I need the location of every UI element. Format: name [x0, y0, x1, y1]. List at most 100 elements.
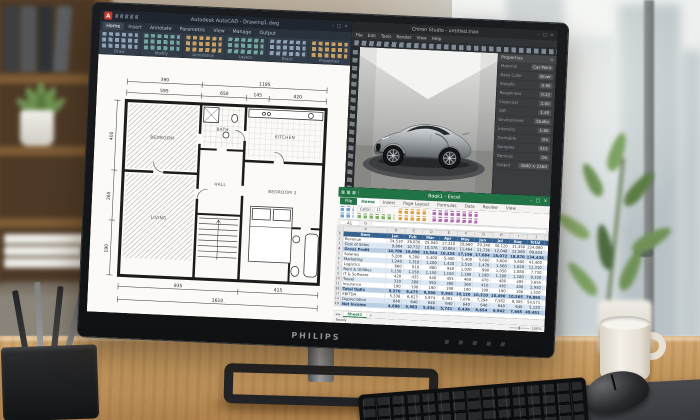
ribbon-panel-icons[interactable] [227, 37, 264, 55]
window-control-button[interactable]: × [543, 199, 547, 204]
svg-text:420: 420 [293, 94, 302, 100]
property-value[interactable]: 0.90 [539, 82, 553, 89]
ribbon-panel[interactable]: Properties [308, 38, 352, 66]
menu-item[interactable]: Tools [381, 34, 392, 39]
ribbon-panel[interactable]: Annotation [182, 33, 226, 60]
clipboard-group[interactable] [340, 205, 354, 218]
properties-rows: Material Car Paint Base Color Silver Met… [492, 61, 557, 196]
excel-window-controls: – □ × [530, 198, 547, 204]
cad-window[interactable]: A Autodesk AutoCAD - Drawing1.dwg – □ × Ho… [86, 9, 353, 323]
new-sheet-button[interactable]: + [369, 313, 372, 318]
shelf-plant-pot [20, 110, 54, 146]
table-cell[interactable]: 49,451 [524, 309, 542, 316]
svg-text:190: 190 [103, 244, 109, 253]
plant-leaf [564, 258, 601, 300]
zoom-level[interactable]: 100% [531, 327, 541, 331]
property-label: Material [500, 63, 518, 69]
svg-text:LIVING: LIVING [151, 215, 167, 222]
styles-group[interactable] [432, 210, 478, 224]
property-value[interactable]: Silver [537, 73, 554, 80]
fx-icon[interactable]: fx [361, 221, 369, 226]
ribbon-panel-icons[interactable] [101, 31, 138, 49]
name-box[interactable]: A1 [338, 219, 361, 226]
property-row[interactable]: Output 3840 × 2160 [493, 160, 553, 172]
table-cell[interactable]: 6,942 [489, 308, 507, 314]
mug-opening [600, 316, 650, 330]
svg-text:1610: 1610 [212, 298, 224, 305]
window-control-button[interactable]: – [530, 198, 532, 203]
font-name-select[interactable]: Calibri [357, 206, 373, 213]
font-size-select[interactable]: 11 [374, 207, 383, 213]
property-label: Output [496, 162, 511, 168]
binder [21, 6, 36, 72]
window-control-button[interactable]: × [550, 33, 554, 38]
excel-window[interactable]: Book1 - Excel – □ × File Home Insert Page La… [332, 186, 551, 333]
font-group[interactable]: Calibri 11 [357, 206, 395, 220]
table-cell[interactable]: 4,696 [384, 303, 402, 310]
property-label: IOR [498, 108, 507, 114]
svg-text:BATH: BATH [216, 127, 229, 134]
window-control-button[interactable]: □ [337, 23, 341, 28]
property-label: Metallic [499, 81, 516, 87]
spreadsheet-grid: 1 Item Jan Feb Mar Apr May Jun Jul Aug Total 2 R… [333, 231, 549, 320]
property-value[interactable]: 1.45 [538, 109, 552, 116]
table-cell[interactable]: 5,741 [436, 305, 455, 312]
paper-stack [4, 234, 90, 244]
property-value[interactable]: 512 [537, 145, 550, 152]
property-value[interactable]: 1.60 [537, 127, 551, 134]
cad-canvas[interactable]: 390 1195 595 650 145 420 400 265 190 935 [86, 54, 351, 323]
property-value[interactable]: 3840 × 2160 [518, 162, 549, 170]
table-cell[interactable]: 6,654 [471, 307, 490, 314]
rear-wheel [438, 147, 461, 170]
status-text: Ready [335, 317, 347, 323]
ribbon-panel[interactable]: Layers [224, 34, 268, 62]
plant-leaf [578, 160, 607, 200]
ribbon-panel-icons[interactable] [185, 35, 222, 53]
menu-item[interactable]: Render [396, 34, 411, 40]
table-cell[interactable]: 7,665 [506, 308, 525, 315]
property-value[interactable]: Studio [534, 118, 551, 125]
window-control-button[interactable]: □ [543, 32, 547, 37]
property-value[interactable]: Car Paint [531, 64, 554, 71]
property-value[interactable]: On [539, 154, 550, 161]
binder [38, 6, 53, 72]
menu-item[interactable]: Help [431, 36, 441, 41]
menu-item[interactable]: File [355, 33, 362, 38]
table-cell[interactable]: 6,436 [454, 306, 472, 313]
viewer3d-viewport[interactable] [353, 47, 498, 194]
autocad-logo-icon[interactable]: A [104, 11, 113, 20]
svg-text:1195: 1195 [259, 82, 271, 89]
ribbon-panel[interactable]: Modify [140, 31, 184, 58]
svg-text:935: 935 [174, 283, 183, 289]
monitor: A Autodesk AutoCAD - Drawing1.dwg – □ × Ho… [76, 1, 570, 359]
window-control-button[interactable]: – [332, 23, 334, 28]
quick-access-toolbar[interactable] [115, 13, 139, 19]
viewer3d-window[interactable]: Chiron Studio - untitled.max – □ × File Edi… [344, 21, 559, 197]
ribbon-panel[interactable]: Block [266, 36, 310, 64]
ribbon-panel-icons[interactable] [311, 41, 348, 59]
property-value[interactable]: 1.00 [538, 100, 552, 107]
menu-item[interactable]: Edit [368, 33, 376, 38]
paper-stack [4, 246, 82, 256]
property-value[interactable]: 0.22 [539, 91, 553, 98]
menu-item[interactable]: View [416, 35, 426, 40]
window-control-button[interactable]: × [344, 24, 348, 29]
gear-icon[interactable]: ⚙ [550, 57, 554, 62]
zoom-slider[interactable] [509, 327, 530, 330]
property-label: Roughness [499, 90, 522, 96]
floor-plan-drawing: 390 1195 595 650 145 420 400 265 190 935 [86, 54, 351, 323]
window-control-button[interactable]: – [537, 32, 539, 37]
window-control-button[interactable]: □ [536, 198, 540, 203]
ribbon-panel[interactable]: Draw [98, 29, 142, 56]
table-cell[interactable]: 5,983 [401, 304, 420, 310]
ribbon-panel-icons[interactable] [269, 39, 306, 57]
table-cell[interactable]: 5,334 [419, 305, 437, 311]
alignment-group[interactable] [398, 208, 429, 222]
row-label-cell[interactable]: Net Income [340, 301, 385, 309]
property-value[interactable]: On [540, 136, 551, 143]
property-label: Denoise [496, 153, 514, 159]
ribbon-panel-icons[interactable] [143, 33, 180, 51]
sheet-nav-arrows[interactable]: ◂ ▸ [335, 311, 340, 316]
excel-quick-access-toolbar[interactable] [341, 190, 359, 195]
svg-text:145: 145 [253, 92, 262, 98]
